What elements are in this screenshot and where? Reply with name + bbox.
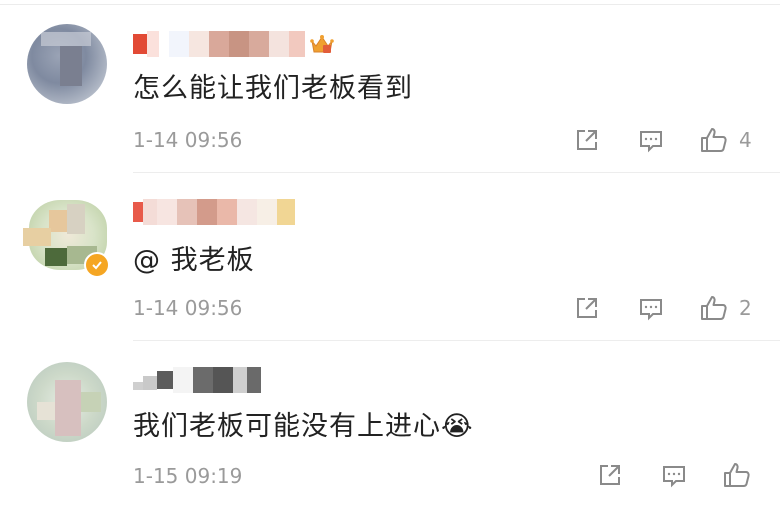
comment-timestamp: 1-15 09:19: [133, 464, 243, 488]
avatar[interactable]: [27, 24, 107, 104]
comment-item: 我们老板可能没有上进心😭 1-15 09:19: [0, 334, 780, 502]
share-icon: [573, 294, 601, 322]
like-count: 4: [739, 128, 752, 152]
comment-actions: 2: [573, 293, 752, 323]
comment-icon: [660, 461, 688, 489]
username-masked[interactable]: [133, 198, 295, 226]
comment-item: @ 我老板 1-14 09:56 2: [0, 166, 780, 341]
comment-text: @ 我老板: [133, 245, 255, 276]
crown-badge-icon: [309, 31, 335, 57]
username-masked[interactable]: [133, 366, 261, 394]
share-icon: [596, 461, 624, 489]
share-icon: [573, 126, 601, 154]
comment-icon: [637, 294, 665, 322]
username-masked[interactable]: [133, 30, 335, 58]
reply-button[interactable]: [660, 461, 688, 489]
comment-timestamp: 1-14 09:56: [133, 296, 243, 320]
like-count: 2: [739, 296, 752, 320]
comment-item: 怎么能让我们老板看到 1-14 09:56 4: [0, 0, 780, 173]
thumbs-up-icon: [699, 293, 729, 323]
like-button[interactable]: [722, 460, 762, 490]
comment-actions: [596, 460, 762, 490]
comment-text: 怎么能让我们老板看到: [133, 73, 413, 104]
thumbs-up-icon: [699, 125, 729, 155]
comment-timestamp: 1-14 09:56: [133, 128, 243, 152]
like-button[interactable]: 4: [699, 125, 752, 155]
avatar[interactable]: [27, 362, 107, 442]
verified-badge-icon: [84, 252, 110, 278]
reply-button[interactable]: [637, 126, 665, 154]
comment-icon: [637, 126, 665, 154]
comment-actions: 4: [573, 125, 752, 155]
comment-text: 我们老板可能没有上进心😭: [133, 411, 474, 442]
thumbs-up-icon: [722, 460, 752, 490]
like-button[interactable]: 2: [699, 293, 752, 323]
share-button[interactable]: [573, 126, 601, 154]
share-button[interactable]: [596, 461, 624, 489]
share-button[interactable]: [573, 294, 601, 322]
reply-button[interactable]: [637, 294, 665, 322]
